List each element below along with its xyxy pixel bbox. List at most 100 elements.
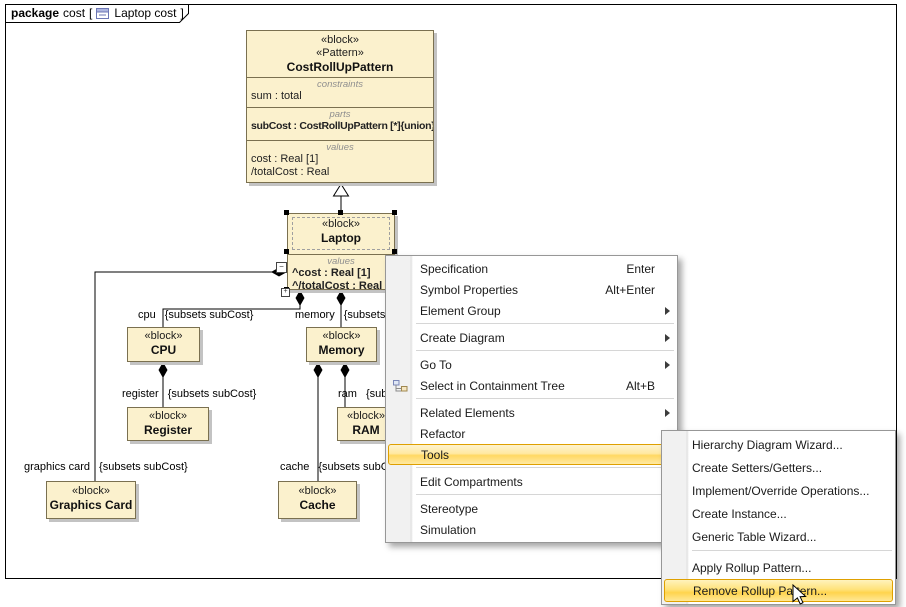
submenu-item-create-setters-getters[interactable]: Create Setters/Getters...	[662, 456, 895, 479]
menu-item-refactor[interactable]: Refactor	[386, 423, 677, 444]
cursor-icon	[792, 584, 808, 607]
menu-item-select-in-containment-tree[interactable]: Select in Containment Tree Alt+B	[386, 375, 677, 396]
constraint-label: {subsets subCost}	[168, 388, 257, 400]
selection-handle[interactable]	[392, 210, 397, 215]
submenu-arrow-icon	[665, 334, 670, 342]
block-name: Memory	[307, 343, 376, 358]
package-diagram-icon	[96, 7, 110, 20]
stereotype-label: «block»	[47, 485, 135, 498]
submenu-item-remove-rollup-pattern[interactable]: Remove Rollup Pattern...	[664, 579, 893, 602]
composition-diamond-icon	[159, 362, 168, 378]
block-header: «block» Laptop	[288, 214, 394, 254]
constraints-compartment: constraints sum : total	[247, 77, 433, 107]
compartment-label: parts	[247, 108, 433, 120]
menu-item-label: Apply Rollup Pattern...	[692, 561, 811, 575]
menu-item-label: Hierarchy Diagram Wizard...	[692, 438, 843, 452]
compartment-expand-button[interactable]: +	[281, 288, 290, 297]
block-memory[interactable]: «block» Memory	[306, 327, 377, 362]
block-name: CostRollUpPattern	[247, 60, 433, 75]
menu-item-specification[interactable]: Specification Enter	[386, 258, 677, 279]
menu-item-label: Select in Containment Tree	[420, 379, 565, 393]
edge-label-graphics-card[interactable]: graphics card {subsets subCost}	[24, 461, 188, 473]
bracket-open: [	[89, 6, 92, 20]
menu-item-create-diagram[interactable]: Create Diagram	[386, 327, 677, 348]
menu-item-label: Refactor	[420, 427, 465, 441]
diagram-tab-header[interactable]: package cost [ Laptop cost ]	[11, 6, 184, 20]
menu-item-label: Create Diagram	[420, 331, 505, 345]
menu-item-label: Implement/Override Operations...	[692, 484, 869, 498]
submenu-arrow-icon	[665, 307, 670, 315]
constraint-label: {subsets subCost}	[165, 309, 254, 321]
menu-item-symbol-properties[interactable]: Symbol Properties Alt+Enter	[386, 279, 677, 300]
role-label: ram	[338, 388, 357, 400]
stereotype-label: «Pattern»	[247, 47, 433, 60]
composition-diamond-icon	[314, 362, 323, 378]
menu-item-label: Generic Table Wizard...	[692, 530, 817, 544]
package-name-label: cost	[63, 6, 85, 20]
block-cpu[interactable]: «block» CPU	[127, 327, 200, 362]
constraint-label: {subsets subCost}	[99, 461, 188, 473]
menu-shortcut: Enter	[626, 262, 669, 276]
submenu-item-generic-table-wizard[interactable]: Generic Table Wizard...	[662, 525, 895, 548]
menu-item-label: Go To	[420, 358, 452, 372]
submenu-item-create-instance[interactable]: Create Instance...	[662, 502, 895, 525]
values-compartment: values ^cost : Real [1] ^/totalCost : Re…	[288, 254, 394, 293]
ram-association-edge[interactable]	[341, 362, 350, 407]
block-laptop[interactable]: «block» Laptop values ^cost : Real [1] ^…	[287, 213, 395, 290]
diagram-canvas[interactable]: package cost [ Laptop cost ] «block» «Pa…	[0, 0, 906, 607]
menu-item-label: Specification	[420, 262, 488, 276]
menu-shortcut: Alt+Enter	[605, 283, 669, 297]
generalization-edge[interactable]	[334, 184, 349, 213]
menu-item-tools[interactable]: Tools	[388, 444, 675, 465]
block-name: Graphics Card	[47, 498, 135, 513]
block-register[interactable]: «block» Register	[127, 407, 209, 441]
role-label: cache	[280, 461, 309, 473]
menu-item-label: Symbol Properties	[420, 283, 518, 297]
compartment-label: values	[288, 255, 394, 267]
menu-item-label: Create Setters/Getters...	[692, 461, 822, 475]
menu-item-go-to[interactable]: Go To	[386, 354, 677, 375]
submenu-arrow-icon	[665, 361, 670, 369]
submenu-item-hierarchy-diagram-wizard[interactable]: Hierarchy Diagram Wizard...	[662, 433, 895, 456]
menu-item-label: Stereotype	[420, 502, 478, 516]
compartment-label: constraints	[247, 78, 433, 90]
menu-item-related-elements[interactable]: Related Elements	[386, 402, 677, 423]
menu-separator	[662, 548, 895, 556]
generalization-triangle-icon	[334, 184, 349, 196]
block-graphics-card[interactable]: «block» Graphics Card	[46, 481, 136, 519]
menu-item-edit-compartments[interactable]: Edit Compartments	[386, 471, 677, 492]
selection-handle[interactable]	[338, 210, 343, 215]
compartment-label: values	[247, 141, 433, 153]
block-cache[interactable]: «block» Cache	[278, 481, 357, 519]
containment-tree-icon	[392, 378, 409, 394]
compartment-collapse-button[interactable]: −	[276, 262, 287, 273]
graphics-card-association-edge[interactable]	[95, 268, 287, 482]
part-property: subCost : CostRollUpPattern [*]{union}	[247, 120, 433, 133]
block-cost-rollup-pattern[interactable]: «block» «Pattern» CostRollUpPattern cons…	[246, 30, 434, 183]
submenu-item-implement-override-operations[interactable]: Implement/Override Operations...	[662, 479, 895, 502]
edge-label-cpu[interactable]: cpu {subsets subCost}	[138, 309, 253, 321]
value-property: cost : Real [1]	[247, 153, 433, 166]
block-name: Register	[128, 423, 208, 438]
menu-shortcut: Alt+B	[626, 379, 669, 393]
menu-item-simulation[interactable]: Simulation	[386, 519, 677, 540]
stereotype-label: «block»	[288, 218, 394, 231]
selection-handle[interactable]	[284, 249, 289, 254]
composition-diamond-icon	[341, 362, 350, 378]
bracket-close: ]	[180, 6, 183, 20]
value-property: /totalCost : Real	[247, 166, 433, 179]
role-label: memory	[295, 309, 335, 321]
submenu-item-apply-rollup-pattern[interactable]: Apply Rollup Pattern...	[662, 556, 895, 579]
selection-handle[interactable]	[392, 249, 397, 254]
menu-item-label: Element Group	[420, 304, 501, 318]
menu-item-label: Create Instance...	[692, 507, 787, 521]
register-association-edge[interactable]	[159, 362, 168, 407]
edge-label-register[interactable]: register {subsets subCost}	[122, 388, 256, 400]
selection-handle[interactable]	[284, 210, 289, 215]
diagram-kind-label: package	[11, 6, 59, 20]
block-name: Cache	[279, 498, 356, 513]
parts-compartment: parts subCost : CostRollUpPattern [*]{un…	[247, 107, 433, 140]
menu-item-stereotype[interactable]: Stereotype	[386, 498, 677, 519]
menu-item-element-group[interactable]: Element Group	[386, 300, 677, 321]
menu-item-label: Related Elements	[420, 406, 515, 420]
